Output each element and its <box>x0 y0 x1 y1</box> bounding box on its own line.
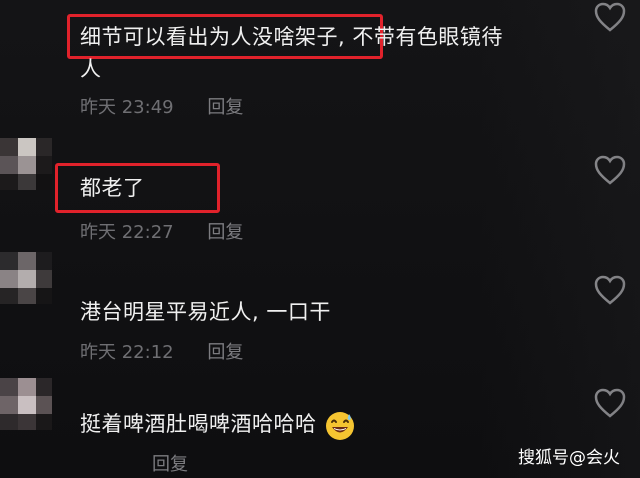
comment-item: 港台明星平易近人, 一口干 昨天 22:12 回复 <box>0 250 640 370</box>
comment-meta: 回复 <box>80 450 188 476</box>
heart-outline-icon[interactable] <box>594 388 626 418</box>
comment-list-screen: 细节可以看出为人没啥架子, 不带有色眼镜待 人 昨天 23:49 回复 都老了 … <box>0 0 640 478</box>
comment-text: 港台明星平易近人, 一口干 <box>80 300 331 324</box>
comment-item: 都老了 昨天 22:27 回复 <box>0 130 640 245</box>
reply-button[interactable]: 回复 <box>207 97 243 118</box>
heart-outline-icon[interactable] <box>594 155 626 185</box>
comment-text-highlighted: 细节可以看出为人没啥架子, <box>80 25 346 49</box>
comment-time: 昨天 22:12 <box>80 342 174 363</box>
comment-text-body: 挺着啤酒肚喝啤酒哈哈哈 <box>80 412 317 436</box>
watermark: 搜狐号@会火 <box>518 448 620 468</box>
avatar[interactable] <box>0 138 52 190</box>
avatar[interactable] <box>0 252 52 304</box>
heart-outline-icon[interactable] <box>594 275 626 305</box>
comment-text: 挺着啤酒肚喝啤酒哈哈哈 <box>80 408 357 442</box>
avatar[interactable] <box>0 378 52 430</box>
comment-meta: 昨天 23:49 回复 <box>80 93 243 119</box>
comment-meta: 昨天 22:27 回复 <box>80 218 243 244</box>
grinning-sweat-emoji <box>325 412 354 440</box>
comment-meta: 昨天 22:12 回复 <box>80 338 243 364</box>
comment-time: 昨天 22:27 <box>80 222 174 243</box>
reply-button[interactable]: 回复 <box>207 342 243 363</box>
reply-button[interactable]: 回复 <box>207 222 243 243</box>
comment-text-rest: 不带有色眼镜待 <box>345 25 503 49</box>
comment-text-line2: 人 <box>80 57 102 81</box>
heart-outline-icon[interactable] <box>594 2 626 32</box>
comment-time: 昨天 23:49 <box>80 97 174 118</box>
comment-item: 细节可以看出为人没啥架子, 不带有色眼镜待 人 昨天 23:49 回复 <box>0 0 640 125</box>
comment-text: 细节可以看出为人没啥架子, 不带有色眼镜待 <box>80 22 503 52</box>
comment-text: 都老了 <box>80 176 145 200</box>
reply-button[interactable]: 回复 <box>152 454 188 475</box>
